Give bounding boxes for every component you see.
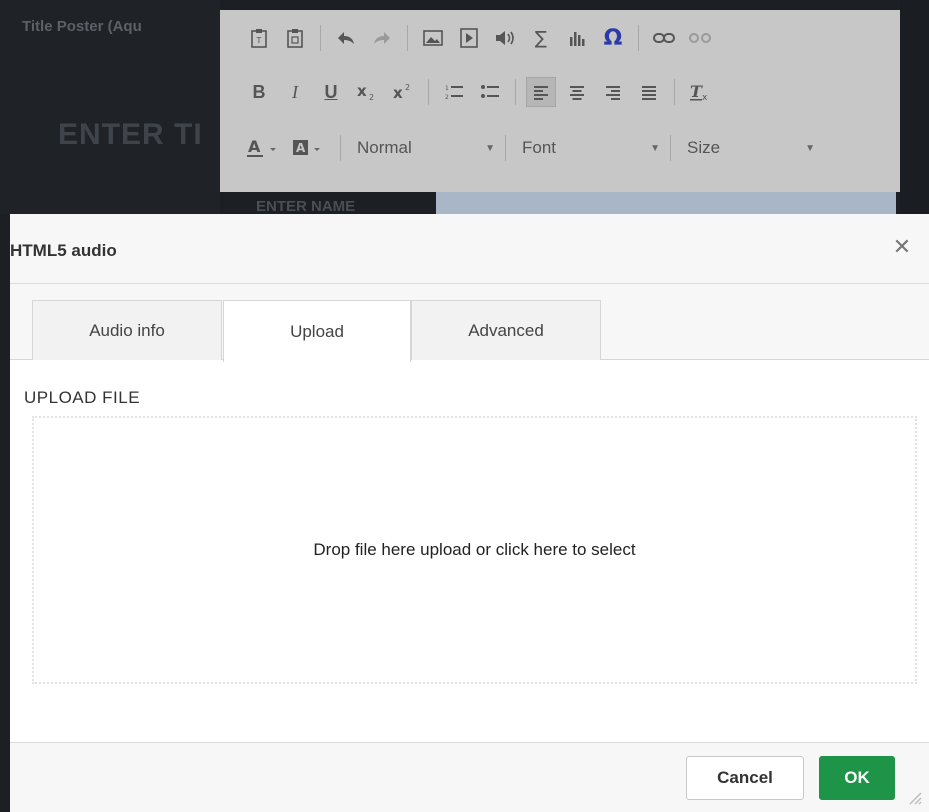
background-subheading: ENTER NAME <box>256 198 356 215</box>
chevron-down-icon: ▼ <box>485 142 495 154</box>
tab-advanced[interactable]: Advanced <box>411 300 601 360</box>
justify-icon[interactable] <box>634 77 664 107</box>
svg-text:2: 2 <box>369 93 374 101</box>
ok-button[interactable]: OK <box>819 756 895 800</box>
tab-audio-info[interactable]: Audio info <box>32 300 222 360</box>
svg-text:x: x <box>702 93 708 101</box>
svg-text:2: 2 <box>405 83 410 92</box>
omega-icon[interactable]: Ω <box>598 23 628 53</box>
resize-handle-icon[interactable] <box>906 789 922 805</box>
link-icon[interactable] <box>649 23 679 53</box>
toolbar-separator <box>320 25 321 51</box>
font-select[interactable]: Font ▼ <box>516 133 666 163</box>
close-icon[interactable]: ✕ <box>890 236 914 260</box>
background-color-icon[interactable]: A <box>290 133 330 163</box>
toolbar-separator <box>638 25 639 51</box>
svg-text:A: A <box>296 141 306 155</box>
toolbar-separator <box>670 135 671 161</box>
toolbar-separator <box>505 135 506 161</box>
format-select[interactable]: Normal ▼ <box>351 133 501 163</box>
clear-format-icon[interactable]: Tx <box>685 77 715 107</box>
dropzone-text: Drop file here upload or click here to s… <box>313 540 636 559</box>
upload-file-label: UPLOAD FILE <box>24 388 141 407</box>
align-right-icon[interactable] <box>598 77 628 107</box>
cancel-button[interactable]: Cancel <box>686 756 804 800</box>
bullet-list-icon[interactable] <box>475 77 505 107</box>
svg-text:x: x <box>357 83 367 100</box>
toolbar-separator <box>674 79 675 105</box>
text-color-icon[interactable]: A <box>244 133 284 163</box>
audio-icon[interactable] <box>490 23 520 53</box>
superscript-icon[interactable]: x2 <box>388 77 418 107</box>
dialog-footer: Cancel OK <box>10 742 929 812</box>
svg-text:x: x <box>393 84 403 101</box>
paste-word-icon[interactable] <box>280 23 310 53</box>
upload-dropzone[interactable]: Drop file here upload or click here to s… <box>32 416 917 684</box>
toolbar-row-3: A A Normal ▼ Font ▼ Size ▼ <box>244 128 821 168</box>
numbered-list-icon[interactable]: 12 <box>439 77 469 107</box>
image-icon[interactable] <box>418 23 448 53</box>
tab-upload[interactable]: Upload <box>223 300 411 362</box>
video-icon[interactable] <box>454 23 484 53</box>
background-selection <box>436 190 896 214</box>
format-select-value: Normal <box>357 138 412 157</box>
unlink-icon[interactable] <box>685 23 715 53</box>
toolbar-separator <box>428 79 429 105</box>
editor-toolbar: T ∑ Ω B I U x 2 x 2 1 2 T x A A Normal ▼… <box>220 10 900 192</box>
svg-text:2: 2 <box>445 94 449 101</box>
align-center-icon[interactable] <box>562 77 592 107</box>
editor-background-right <box>900 0 929 214</box>
toolbar-separator <box>340 135 341 161</box>
align-left-icon[interactable] <box>526 77 556 107</box>
subscript-icon[interactable]: x2 <box>352 77 382 107</box>
toolbar-separator <box>515 79 516 105</box>
background-heading: ENTER TI <box>58 118 203 151</box>
redo-icon[interactable] <box>367 23 397 53</box>
background-title: Title Poster (Aqu <box>22 18 142 35</box>
toolbar-separator <box>407 25 408 51</box>
toolbar-row-2: B I U x2 x2 12 Tx <box>244 72 721 112</box>
dialog-header: HTML5 audio ✕ <box>10 214 929 284</box>
bold-icon[interactable]: B <box>244 77 274 107</box>
italic-icon[interactable]: I <box>280 77 310 107</box>
svg-text:T: T <box>256 36 262 45</box>
toolbar-row-1: T ∑ Ω <box>244 18 721 58</box>
chevron-down-icon: ▼ <box>805 142 815 154</box>
chart-icon[interactable] <box>562 23 592 53</box>
size-select-value: Size <box>687 138 721 157</box>
font-select-value: Font <box>522 138 557 157</box>
sigma-icon[interactable]: ∑ <box>526 23 556 53</box>
paste-text-icon[interactable]: T <box>244 23 274 53</box>
chevron-down-icon: ▼ <box>650 142 660 154</box>
size-select[interactable]: Size ▼ <box>681 133 821 163</box>
svg-text:A: A <box>248 138 261 156</box>
undo-icon[interactable] <box>331 23 361 53</box>
html5-audio-dialog: HTML5 audio ✕ Audio info Upload Advanced… <box>10 214 929 812</box>
underline-icon[interactable]: U <box>316 77 346 107</box>
svg-text:1: 1 <box>445 85 449 92</box>
dialog-title: HTML5 audio <box>10 241 117 260</box>
